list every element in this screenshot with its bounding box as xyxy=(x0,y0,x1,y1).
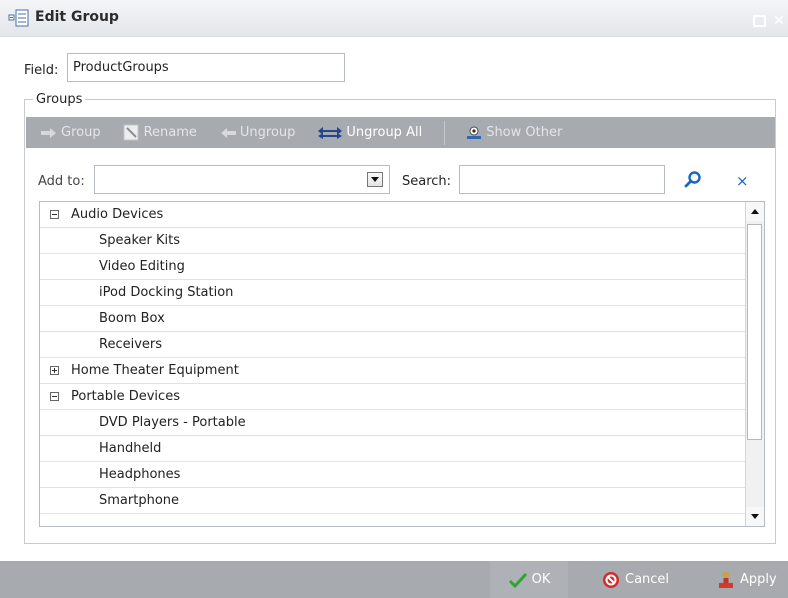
group-tree: Audio Devices Speaker Kits Video Editing iP… xyxy=(39,201,765,527)
chevron-down-icon[interactable] xyxy=(367,172,383,187)
groups-legend: Groups xyxy=(33,92,86,107)
maximize-icon[interactable] xyxy=(753,15,766,27)
tree-row-label: Headphones xyxy=(99,467,181,482)
expand-icon[interactable] xyxy=(50,366,59,375)
cancel-button[interactable]: Cancel xyxy=(601,561,669,598)
tree-item-row[interactable]: Handheld xyxy=(40,436,745,462)
tree-row-label: Portable Devices xyxy=(71,389,180,404)
show-other-icon xyxy=(467,126,482,139)
toolbar-separator xyxy=(444,120,446,145)
window-title: Edit Group xyxy=(35,9,119,25)
search-input[interactable] xyxy=(459,165,665,194)
groups-toolbar: Group Rename Ungroup Ungroup All Show Ot… xyxy=(26,117,775,148)
check-icon xyxy=(508,572,527,588)
add-to-select[interactable] xyxy=(94,165,390,194)
group-arrow-icon xyxy=(41,127,56,138)
tree-row-label: Handheld xyxy=(99,441,162,456)
vertical-scrollbar[interactable] xyxy=(745,202,764,526)
tree-row-label: Receivers xyxy=(99,337,163,352)
apply-stamp-icon xyxy=(719,571,733,588)
tree-row-label: Home Theater Equipment xyxy=(71,363,239,378)
ungroup-all-button[interactable]: Ungroup All xyxy=(317,125,422,140)
collapse-icon[interactable] xyxy=(50,210,59,219)
tree-group-row[interactable]: Audio Devices xyxy=(40,202,745,228)
ungroup-all-icon xyxy=(318,126,343,139)
scroll-up-icon[interactable] xyxy=(746,202,764,221)
tree-group-row[interactable]: Home Theater Equipment xyxy=(40,358,745,384)
add-to-label: Add to: xyxy=(38,174,85,189)
ungroup-button[interactable]: Ungroup xyxy=(219,125,295,140)
title-bar: Edit Group ✕ xyxy=(0,0,788,37)
edit-group-icon xyxy=(8,9,29,27)
tree-row-label: iPod Docking Station xyxy=(99,285,234,300)
tree-row-label: Boom Box xyxy=(99,311,165,326)
scroll-thumb[interactable] xyxy=(747,224,762,440)
field-label: Field: xyxy=(24,63,59,78)
rename-icon xyxy=(123,124,139,141)
collapse-icon[interactable] xyxy=(50,392,59,401)
tree-group-row[interactable]: Portable Devices xyxy=(40,384,745,410)
tree-item-row[interactable]: iPod Docking Station xyxy=(40,280,745,306)
tree-item-row[interactable]: Receivers xyxy=(40,332,745,358)
scroll-down-icon[interactable] xyxy=(746,507,764,526)
tree-item-row[interactable]: Speaker Kits xyxy=(40,228,745,254)
group-button[interactable]: Group xyxy=(40,125,101,140)
search-label: Search: xyxy=(402,174,452,189)
tree-row-label: DVD Players - Portable xyxy=(99,415,246,430)
ungroup-arrow-icon xyxy=(220,127,236,138)
dialog-footer: OK Cancel Apply xyxy=(0,561,788,598)
apply-button[interactable]: Apply xyxy=(716,561,777,598)
tree-item-row[interactable]: Headphones xyxy=(40,462,745,488)
search-icon[interactable] xyxy=(683,170,703,190)
close-icon[interactable]: ✕ xyxy=(772,14,786,28)
tree-item-row[interactable]: Video Editing xyxy=(40,254,745,280)
tree-row-label: Video Editing xyxy=(99,259,185,274)
ok-button[interactable]: OK xyxy=(490,561,568,598)
tree-item-row[interactable]: DVD Players - Portable xyxy=(40,410,745,436)
rename-button[interactable]: Rename xyxy=(123,124,197,141)
field-input[interactable]: ProductGroups xyxy=(67,53,345,82)
tree-item-row[interactable]: Boom Box xyxy=(40,306,745,332)
tree-row-label: Smartphone xyxy=(99,493,180,508)
show-other-button[interactable]: Show Other xyxy=(465,125,562,141)
cancel-icon xyxy=(603,571,619,588)
tree-row-label: Audio Devices xyxy=(71,207,164,222)
tree-row-label: Speaker Kits xyxy=(99,233,181,248)
clear-search-icon[interactable]: × xyxy=(736,172,749,190)
tree-item-row[interactable]: Smartphone xyxy=(40,488,745,514)
